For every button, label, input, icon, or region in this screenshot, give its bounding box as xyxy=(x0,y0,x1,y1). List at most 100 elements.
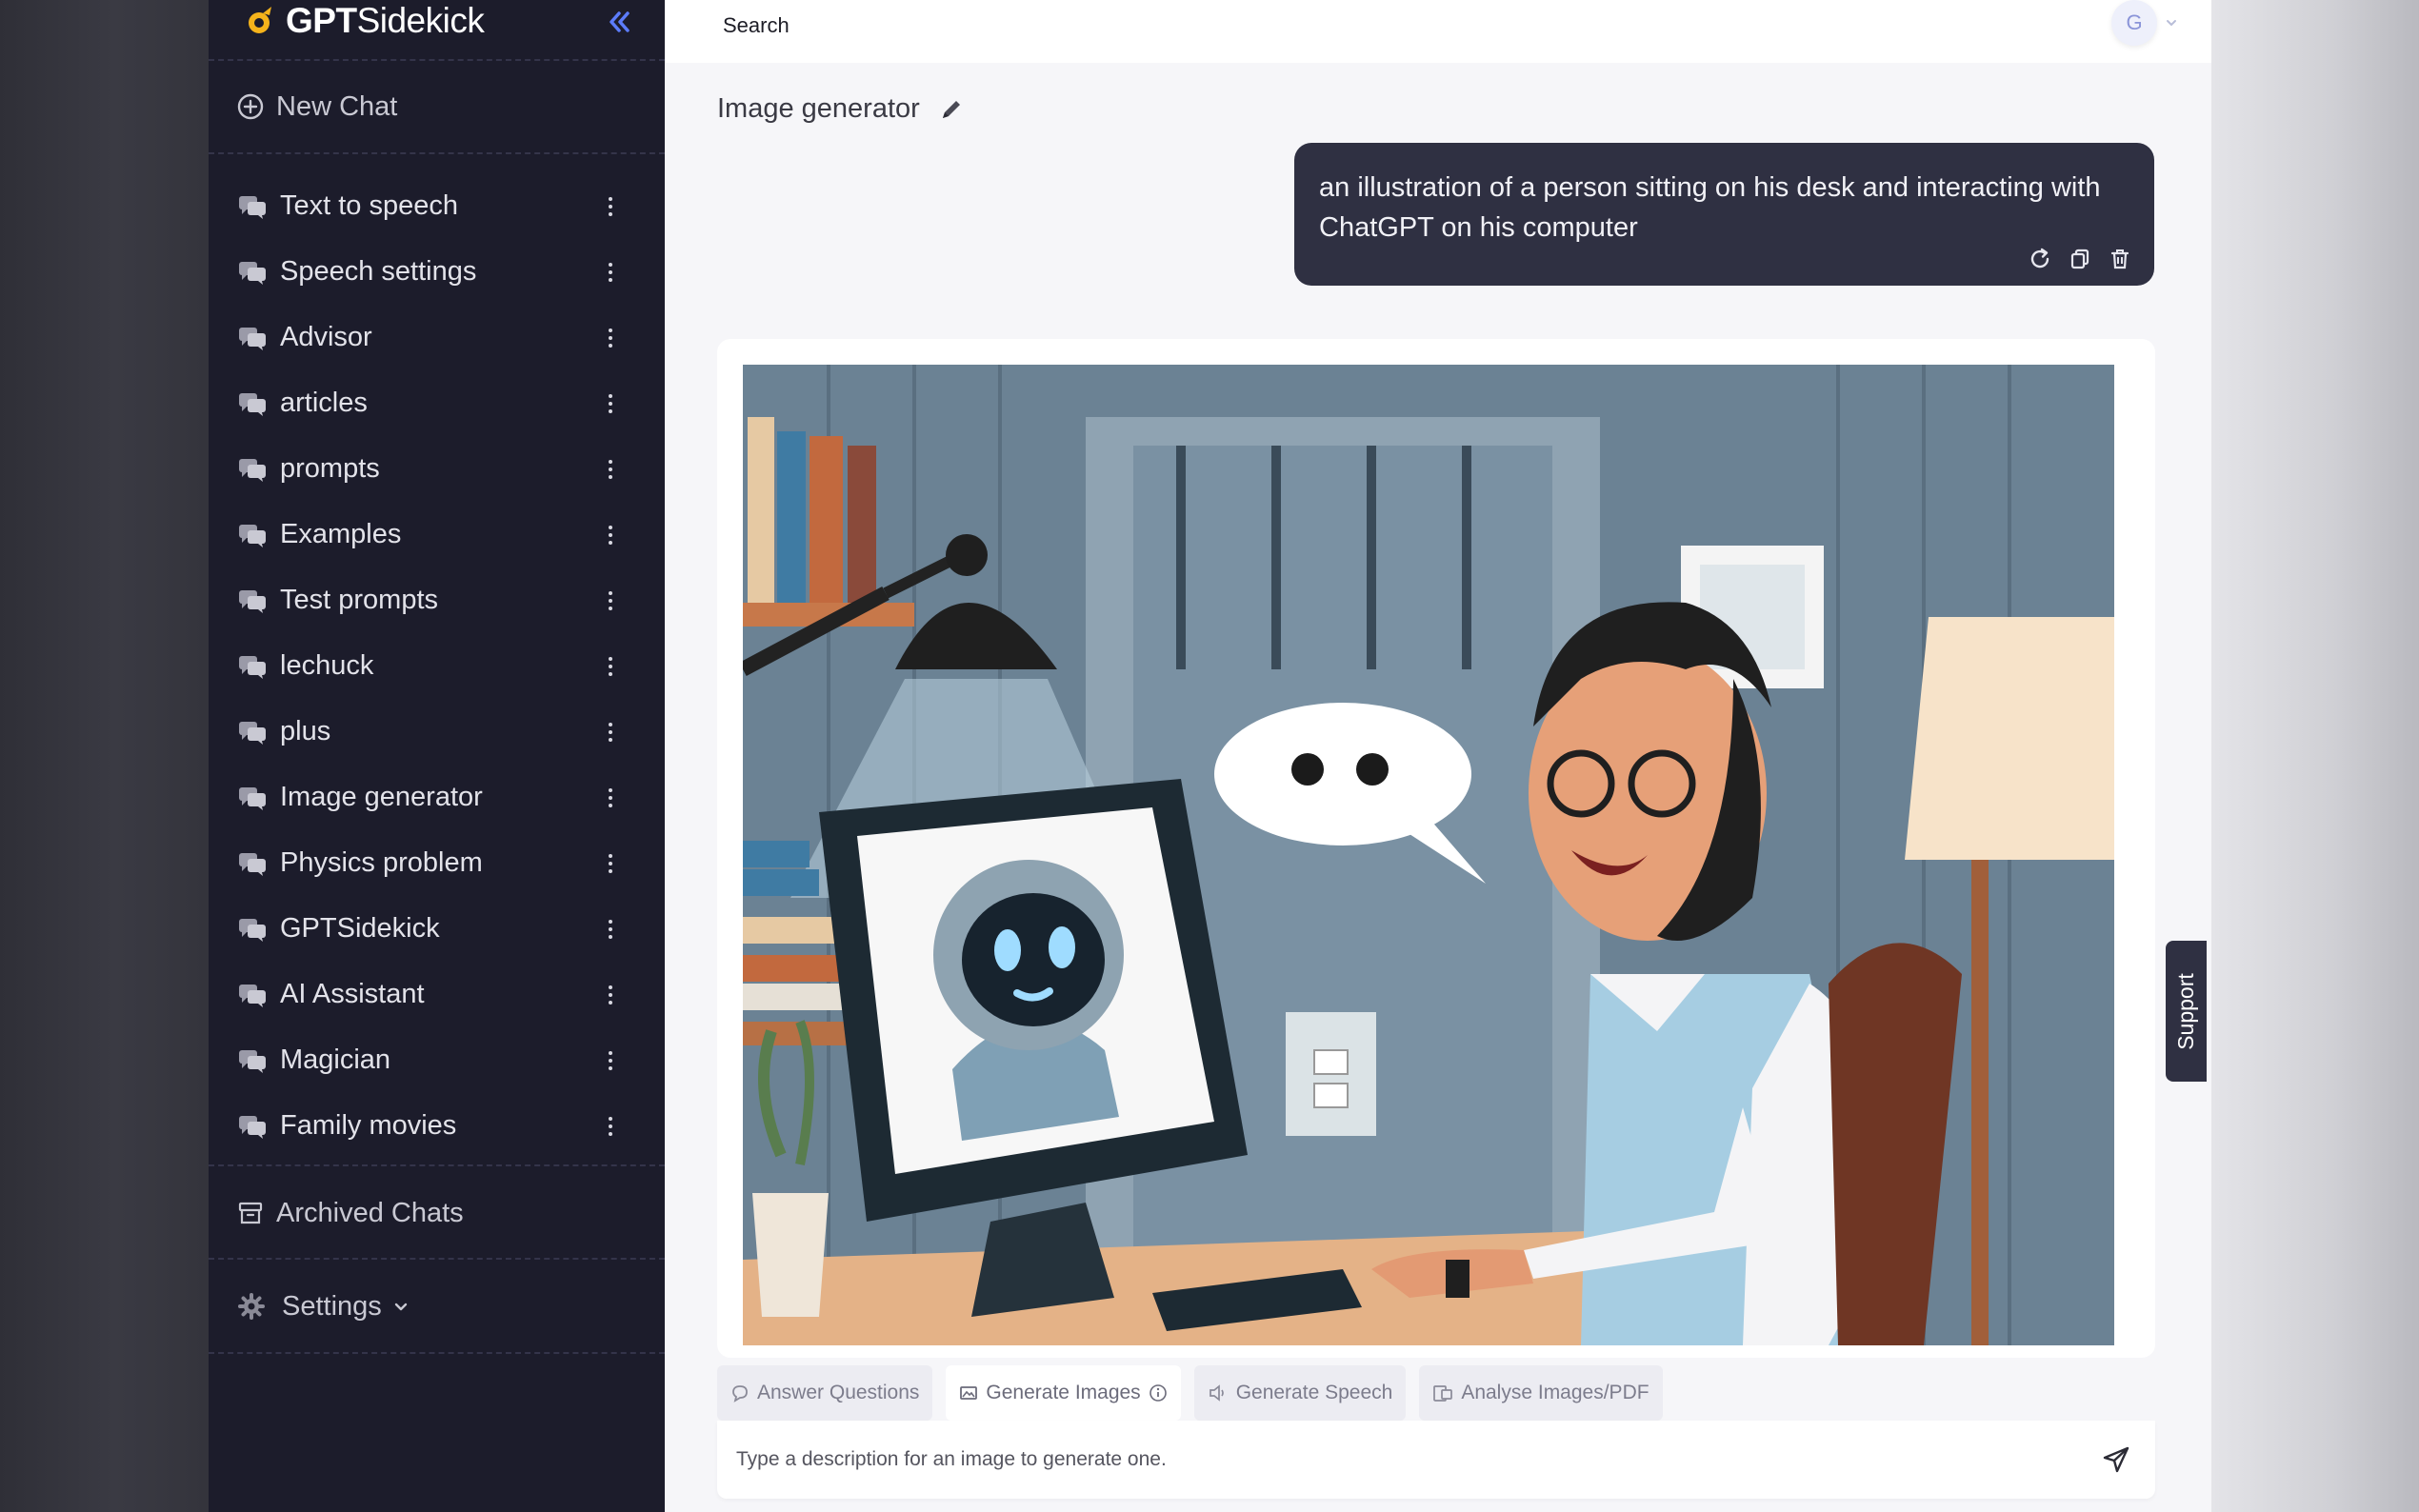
sidebar-divider xyxy=(209,59,665,61)
archived-chats-label: Archived Chats xyxy=(276,1197,464,1228)
sidebar-chat-item[interactable]: articles xyxy=(209,370,665,436)
paper-plane-icon xyxy=(2103,1446,2129,1473)
search-button[interactable]: Search xyxy=(723,13,790,38)
speaker-icon xyxy=(1209,1384,1224,1402)
more-options-icon[interactable] xyxy=(602,784,619,812)
sidebar-chat-label: Speech settings xyxy=(280,256,477,287)
send-button[interactable] xyxy=(2098,1442,2134,1478)
tab-generate-images-label: Generate Images xyxy=(986,1382,1141,1403)
brand-name-bold: GPT xyxy=(286,1,357,40)
prompt-input[interactable] xyxy=(736,1438,2050,1482)
sidebar-chat-label: lechuck xyxy=(280,650,374,681)
sidebar-chat-item[interactable]: Family movies xyxy=(209,1093,665,1159)
chat-title: Image generator xyxy=(717,93,966,125)
more-options-icon[interactable] xyxy=(602,455,619,484)
chat-bubbles-icon xyxy=(239,722,266,745)
tab-generate-speech[interactable]: Generate Speech xyxy=(1193,1365,1407,1421)
more-options-icon[interactable] xyxy=(602,718,619,746)
sidebar-chat-label: Text to speech xyxy=(280,190,458,221)
sidebar-chat-label: AI Assistant xyxy=(280,979,425,1009)
sidebar-divider xyxy=(209,152,665,154)
tab-generate-images[interactable]: Generate Images xyxy=(946,1365,1181,1421)
tab-generate-speech-label: Generate Speech xyxy=(1235,1382,1393,1403)
more-options-icon[interactable] xyxy=(602,981,619,1009)
sidebar-chat-item[interactable]: Examples xyxy=(209,502,665,567)
sidebar-chat-item[interactable]: prompts xyxy=(209,436,665,502)
sidebar-chat-item[interactable]: Advisor xyxy=(209,305,665,370)
chevron-down-icon xyxy=(394,1303,407,1311)
copy-button[interactable] xyxy=(2067,246,2093,272)
sidebar-divider xyxy=(209,1258,665,1260)
chat-bubbles-icon xyxy=(239,262,266,285)
sidebar: GPT Sidekick New Chat Text to speech Speec… xyxy=(209,0,665,1512)
sidebar-chat-item[interactable]: AI Assistant xyxy=(209,962,665,1027)
chat-bubbles-icon xyxy=(239,853,266,876)
new-chat-label: New Chat xyxy=(276,90,398,122)
tab-answer-questions[interactable]: Answer Questions xyxy=(717,1365,933,1421)
sidebar-chat-label: prompts xyxy=(280,453,380,484)
sidebar-chat-label: articles xyxy=(280,388,368,418)
mode-tabs: Answer Questions Generate Images Generat… xyxy=(717,1365,1663,1421)
archived-chats-button[interactable]: Archived Chats xyxy=(236,1194,464,1232)
sidebar-chat-label: Examples xyxy=(280,519,402,549)
image-icon xyxy=(960,1386,978,1400)
refresh-icon xyxy=(2030,248,2049,269)
chat-bubbles-icon xyxy=(239,656,266,679)
sidebar-chat-item[interactable]: Text to speech xyxy=(209,173,665,239)
plus-circle-icon xyxy=(237,93,264,120)
sidebar-chat-item[interactable]: plus xyxy=(209,699,665,765)
sidebar-chat-label: Test prompts xyxy=(280,585,438,615)
chat-bubbles-icon xyxy=(239,525,266,547)
tab-answer-questions-label: Answer Questions xyxy=(757,1382,920,1403)
top-bar: Search G xyxy=(665,0,2211,63)
more-options-icon[interactable] xyxy=(602,1046,619,1075)
gear-icon xyxy=(238,1293,265,1320)
sidebar-chat-label: Family movies xyxy=(280,1110,457,1141)
user-avatar[interactable]: G xyxy=(2111,0,2157,46)
generated-illustration xyxy=(743,365,2114,1345)
sidebar-divider xyxy=(209,1164,665,1166)
chat-bubbles-icon xyxy=(239,985,266,1007)
more-options-icon[interactable] xyxy=(602,652,619,681)
more-options-icon[interactable] xyxy=(602,389,619,418)
delete-button[interactable] xyxy=(2107,246,2133,272)
more-options-icon[interactable] xyxy=(602,521,619,549)
more-options-icon[interactable] xyxy=(602,587,619,615)
sidebar-chat-label: Magician xyxy=(280,1044,391,1075)
trash-icon xyxy=(2110,249,2129,269)
collapse-sidebar-button[interactable] xyxy=(603,6,635,38)
sidebar-chat-item[interactable]: Physics problem xyxy=(209,830,665,896)
regenerate-button[interactable] xyxy=(2027,246,2053,272)
generated-image[interactable] xyxy=(743,365,2114,1345)
chat-bubbles-icon xyxy=(239,328,266,350)
more-options-icon[interactable] xyxy=(602,1112,619,1141)
chat-bubbles-icon xyxy=(239,393,266,416)
more-options-icon[interactable] xyxy=(602,324,619,352)
more-options-icon[interactable] xyxy=(602,915,619,944)
brand-logo[interactable]: GPT Sidekick xyxy=(244,0,485,42)
tab-analyse-images[interactable]: Analyse Images/PDF xyxy=(1419,1365,1663,1421)
support-tab[interactable]: Support xyxy=(2166,941,2207,1082)
sidebar-chat-label: Advisor xyxy=(280,322,372,352)
backdrop-right xyxy=(2211,0,2419,1512)
archive-box-icon xyxy=(238,1202,263,1224)
brand-name-rest: Sidekick xyxy=(356,1,485,40)
sidebar-chat-item[interactable]: Image generator xyxy=(209,765,665,830)
sidebar-chat-item[interactable]: Magician xyxy=(209,1027,665,1093)
settings-button[interactable]: Settings xyxy=(238,1287,410,1325)
new-chat-button[interactable]: New Chat xyxy=(236,88,397,126)
sidebar-chat-label: GPTSidekick xyxy=(280,913,440,944)
more-options-icon[interactable] xyxy=(602,192,619,221)
more-options-icon[interactable] xyxy=(602,849,619,878)
sidebar-chat-label: Image generator xyxy=(280,782,483,812)
pencil-icon[interactable] xyxy=(937,95,966,124)
chevron-down-icon[interactable] xyxy=(2164,15,2179,30)
sidebar-chat-item[interactable]: lechuck xyxy=(209,633,665,699)
chat-bubbles-icon xyxy=(239,1050,266,1073)
sidebar-divider xyxy=(209,1352,665,1354)
sidebar-chat-item[interactable]: Test prompts xyxy=(209,567,665,633)
sidebar-chat-item[interactable]: GPTSidekick xyxy=(209,896,665,962)
more-options-icon[interactable] xyxy=(602,258,619,287)
sidebar-chat-item[interactable]: Speech settings xyxy=(209,239,665,305)
info-icon[interactable] xyxy=(1149,1383,1168,1403)
